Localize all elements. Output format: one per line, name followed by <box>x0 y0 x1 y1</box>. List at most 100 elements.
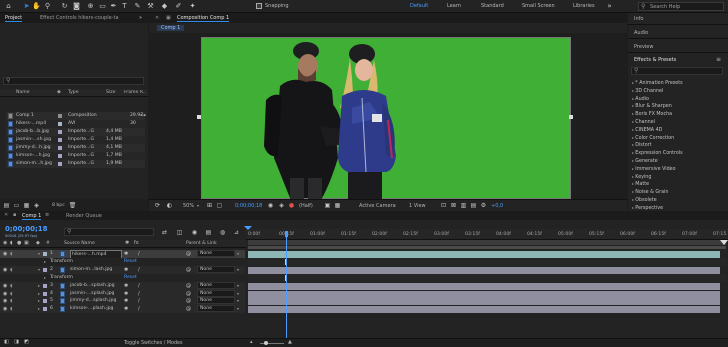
pen-tool-icon[interactable]: ✒ <box>109 2 118 11</box>
transform-reset[interactable]: Reset <box>124 258 137 266</box>
bit-depth-label[interactable]: 8 bpc <box>52 203 65 208</box>
transparency-grid-icon[interactable]: ▦ <box>333 201 342 210</box>
search-help-field[interactable]: ⚲ Search Help <box>638 2 724 11</box>
workspace-menu-icon[interactable]: » <box>605 2 614 11</box>
expand-render-time-icon[interactable]: ◩ <box>22 338 31 347</box>
effect-category[interactable]: ▸ Boris FX Mocha <box>632 111 672 117</box>
layer-source-name[interactable]: kimson-...plash.jpg <box>70 305 122 313</box>
work-area-start-icon[interactable] <box>244 226 252 230</box>
exposure-value[interactable]: +0,0 <box>491 203 503 209</box>
effect-category[interactable]: ▸ Audio <box>632 96 649 102</box>
rotate-tool-icon[interactable]: ↻ <box>60 2 69 11</box>
pan-behind-tool-icon[interactable]: ⊕ <box>86 2 95 11</box>
project-item[interactable]: Comp 1 Composition 29.97 ⊶ <box>6 112 146 120</box>
transform-reset[interactable]: Reset <box>124 274 137 282</box>
graph-editor-icon[interactable]: ⊿ <box>232 228 241 237</box>
comp-mini-flowchart-icon[interactable]: ⇄ <box>160 228 169 237</box>
always-preview-icon[interactable]: ⟳ <box>153 201 162 210</box>
parent-dropdown[interactable]: None <box>197 266 235 273</box>
quality-switch-icon[interactable]: / <box>138 305 140 313</box>
work-area-bar[interactable] <box>248 240 726 245</box>
disclosure-chevron-icon[interactable]: ▸ <box>44 274 46 282</box>
tab-effect-controls[interactable]: Effect Controls hikers-couple-ta <box>40 15 132 21</box>
tab-composition[interactable]: Composition Comp 1 <box>177 15 230 22</box>
chevron-down-icon[interactable]: ▾ <box>237 305 239 313</box>
effects-presets-header[interactable]: Effects & Presets ≡ <box>628 55 728 65</box>
type-tool-icon[interactable]: T <box>120 2 129 11</box>
flowchart-icon[interactable]: ⊶ <box>140 112 146 120</box>
puppet-tool-icon[interactable]: ✦ <box>188 2 197 11</box>
zoom-in-icon[interactable]: ▲ <box>288 339 292 345</box>
label-color-swatch[interactable] <box>58 154 62 158</box>
pickwhip-icon[interactable]: @ <box>186 305 191 313</box>
effect-category[interactable]: ▸ Expression Controls <box>632 150 683 156</box>
viewer-timecode[interactable]: 0;00;00;18 <box>235 203 262 209</box>
visibility-eye-icon[interactable]: ◉ <box>3 305 7 313</box>
clone-stamp-tool-icon[interactable]: ⚒ <box>146 2 155 11</box>
views-dropdown[interactable]: 1 View <box>409 203 426 209</box>
info-section[interactable]: Info <box>628 13 728 25</box>
effect-category[interactable]: ▸ 3D Channel <box>632 88 663 94</box>
menu-icon[interactable]: ≡ <box>716 56 721 63</box>
fast-previews-icon[interactable]: ▥ <box>459 201 468 210</box>
disclosure-chevron-icon[interactable]: ▸ <box>38 305 40 313</box>
layer-duration-bar[interactable] <box>248 267 720 274</box>
snapping-checkbox[interactable] <box>256 3 262 9</box>
project-item[interactable]: jimmy-d...h.jpg Importe...G 4,1 MB <box>6 144 145 152</box>
camera-tool-icon[interactable]: ◙ <box>72 2 81 11</box>
snapshot-icon[interactable]: ◉ <box>266 201 275 210</box>
effect-category[interactable]: ▸ Blur & Sharpen <box>632 103 672 109</box>
effects-search-input[interactable]: ⚲ <box>631 67 723 75</box>
layer-duration-bar[interactable] <box>248 283 720 290</box>
disclosure-chevron-icon[interactable]: ▾ <box>38 250 40 258</box>
chevron-down-icon[interactable]: ▾ <box>197 203 199 208</box>
layer-label-swatch[interactable] <box>43 291 47 296</box>
home-icon[interactable]: ⌂ <box>4 2 13 11</box>
canvas-handle-left[interactable] <box>197 115 201 119</box>
label-color-swatch[interactable] <box>58 122 62 126</box>
new-composition-icon[interactable]: ▦ <box>22 201 31 210</box>
close-icon[interactable]: ✕ <box>155 15 159 21</box>
project-item[interactable]: hikers-...mp4 AVI 30 <box>6 120 145 128</box>
grid-icon[interactable]: ▢ <box>215 201 224 210</box>
col-frame-rate[interactable]: Frame R... <box>124 90 146 95</box>
project-item[interactable]: simon-m...h.jpg Importe...G 1,9 MB <box>6 160 145 168</box>
parent-dropdown[interactable]: None <box>197 289 235 297</box>
layer-label-swatch[interactable] <box>43 252 47 256</box>
layer-duration-bar[interactable] <box>248 251 720 258</box>
effect-category[interactable]: ▸ Matte <box>632 181 649 187</box>
zoom-slider-thumb[interactable] <box>264 341 268 345</box>
col-name[interactable]: Name <box>16 90 30 95</box>
disclosure-chevron-icon[interactable]: ▸ <box>44 258 46 266</box>
timeline-icon[interactable]: ▤ <box>469 201 478 210</box>
breadcrumb[interactable]: Comp 1 <box>157 25 185 31</box>
new-folder-icon[interactable]: ▭ <box>12 201 21 210</box>
collapse-switch-icon[interactable]: ✱ <box>124 266 128 274</box>
workspace-default[interactable]: Default <box>410 3 428 9</box>
effect-category[interactable]: ▸ Color Correction <box>632 135 674 141</box>
audio-section[interactable]: Audio <box>628 27 728 39</box>
panel-menu-icon[interactable]: » <box>139 15 142 21</box>
project-settings-icon[interactable]: ◈ <box>32 201 41 210</box>
effect-category[interactable]: ▸ Obsolete <box>632 197 657 203</box>
expand-modes-icon[interactable]: ◨ <box>12 338 21 347</box>
layer-duration-bar[interactable] <box>248 290 720 298</box>
timeline-timecode[interactable]: 0;00;00;18 <box>5 225 48 233</box>
label-color-swatch[interactable] <box>58 114 62 118</box>
disclosure-chevron-icon[interactable]: ▾ <box>38 266 40 274</box>
effect-category[interactable]: ▸ Perspective <box>632 205 663 211</box>
quality-switch-icon[interactable]: / <box>138 266 140 274</box>
layer-label-swatch[interactable] <box>43 299 47 304</box>
pickwhip-icon[interactable]: @ <box>186 266 191 274</box>
collapse-switch-icon[interactable]: ✱ <box>124 305 128 313</box>
safe-margins-icon[interactable]: ⊞ <box>205 201 214 210</box>
toggle-3d-icon[interactable]: ⊠ <box>449 201 458 210</box>
parent-dropdown[interactable]: None <box>197 305 235 313</box>
audio-toggle-icon[interactable]: ◖ <box>10 305 13 313</box>
interpret-footage-icon[interactable]: ▤ <box>2 201 11 210</box>
effect-category[interactable]: ▸ Keying <box>632 174 651 180</box>
layer-duration-bar[interactable] <box>248 298 720 306</box>
project-item[interactable]: kimson-...h.jpg Importe...G 1,7 MB <box>6 152 145 160</box>
col-parent-link[interactable]: Parent & Link <box>186 241 217 246</box>
layer-row[interactable]: ◉ ◖ ▾ 1 hikers-...h.mp4 ✱ / @ None ▾ <box>0 250 245 260</box>
